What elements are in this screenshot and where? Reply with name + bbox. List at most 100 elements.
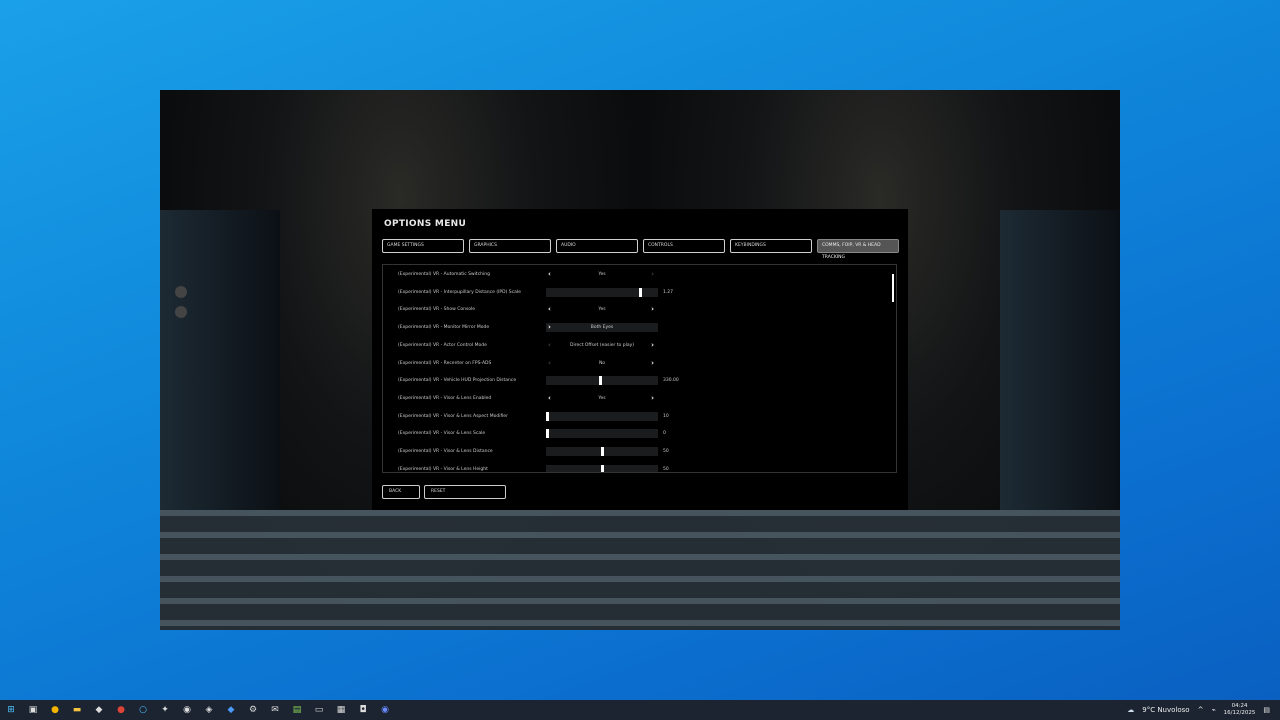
chevron-right-icon[interactable]: › bbox=[651, 359, 654, 368]
setting-label: (Experimental) VR - Interpupillary Dista… bbox=[398, 289, 521, 295]
slider-value: 1.27 bbox=[663, 289, 674, 295]
app-icon[interactable]: ✦ bbox=[158, 704, 172, 716]
setting-row: (Experimental) VR - Interpupillary Dista… bbox=[383, 287, 896, 300]
tab-game-settings[interactable]: GAME SETTINGS bbox=[382, 239, 464, 253]
choice-selector: ‹ Direct Offset (easier to play) › bbox=[546, 341, 658, 350]
network-icon[interactable]: ⌁ bbox=[1211, 706, 1215, 714]
app-icon[interactable]: ◘ bbox=[356, 704, 370, 716]
windows-start-icon[interactable]: ⊞ bbox=[4, 704, 18, 716]
choice-selector: ‹ Yes › bbox=[546, 305, 658, 314]
app-icon[interactable]: ◆ bbox=[92, 704, 106, 716]
tab-keybindings[interactable]: KEYBINDINGS bbox=[730, 239, 812, 253]
weather-text[interactable]: 9°C Nuvoloso bbox=[1142, 706, 1189, 714]
slider[interactable] bbox=[546, 376, 658, 386]
avatar bbox=[175, 306, 187, 318]
clock[interactable]: 04:24 16/12/2025 bbox=[1224, 703, 1256, 717]
notification-icon[interactable]: ▤ bbox=[1263, 706, 1270, 714]
app-icon[interactable]: ◆ bbox=[224, 704, 238, 716]
tab-controls[interactable]: CONTROLS bbox=[643, 239, 725, 253]
app-icon[interactable]: ◉ bbox=[180, 704, 194, 716]
setting-row: (Experimental) VR - Show Console ‹ Yes › bbox=[383, 305, 896, 317]
slider-value: 330.00 bbox=[663, 378, 679, 384]
slider-value: 0 bbox=[663, 431, 666, 437]
setting-label: (Experimental) VR - Visor & Lens Distanc… bbox=[398, 449, 493, 454]
choice-value: Direct Offset (easier to play) bbox=[569, 342, 634, 348]
slider[interactable] bbox=[546, 464, 658, 472]
slider[interactable] bbox=[546, 447, 658, 456]
menu-title: OPTIONS MENU bbox=[384, 219, 467, 229]
system-tray: ☁ 9°C Nuvoloso ^ ⌁ 04:24 16/12/2025 ▤ bbox=[1127, 700, 1280, 720]
chrome-icon[interactable]: ● bbox=[48, 704, 62, 716]
setting-row: (Experimental) VR - Visor & Lens Height 5… bbox=[383, 464, 896, 472]
setting-label: (Experimental) VR - Vehicle HUD Projecti… bbox=[398, 378, 517, 384]
slider[interactable] bbox=[546, 411, 658, 421]
slider-value: 50 bbox=[663, 466, 669, 472]
back-button[interactable]: BACK bbox=[382, 485, 420, 499]
slider-thumb[interactable] bbox=[638, 287, 642, 297]
slider-thumb[interactable] bbox=[600, 447, 604, 456]
setting-row: (Experimental) VR - Monitor Mirror Mode ›… bbox=[383, 323, 896, 335]
mail-icon[interactable]: ✉ bbox=[268, 704, 282, 716]
tab-audio[interactable]: AUDIO bbox=[556, 239, 638, 253]
time: 04:24 bbox=[1231, 703, 1248, 709]
slider[interactable] bbox=[546, 429, 658, 439]
choice-value: No bbox=[598, 360, 606, 366]
setting-label: (Experimental) VR - Visor & Lens Enabled bbox=[398, 395, 492, 401]
slider-thumb[interactable] bbox=[599, 376, 603, 386]
slider-value: 10 bbox=[663, 413, 669, 419]
choice-value: Yes bbox=[598, 395, 606, 401]
reset-button[interactable]: RESET bbox=[424, 485, 506, 499]
party-member bbox=[175, 286, 195, 298]
setting-label: (Experimental) VR - Show Console bbox=[398, 307, 476, 313]
setting-row: (Experimental) VR - Visor & Lens Enabled… bbox=[383, 394, 896, 406]
taskbar: ⊞ ▣ ● ▬ ◆ ● ○ ✦ ◉ ◈ ◆ ⚙ ✉ ▤ ▭ ▦ ◘ ◉ ☁ 9°… bbox=[0, 700, 1280, 720]
task-view-icon[interactable]: ▣ bbox=[26, 704, 40, 716]
app-icon[interactable]: ▦ bbox=[334, 704, 348, 716]
chevron-right-icon[interactable]: › bbox=[651, 394, 654, 403]
setting-row: (Experimental) VR - Visor & Lens Scale 0 bbox=[383, 429, 896, 441]
slider-thumb[interactable] bbox=[546, 429, 549, 439]
slider-thumb[interactable] bbox=[600, 464, 604, 472]
setting-label: (Experimental) VR - Visor & Lens Scale bbox=[398, 431, 486, 437]
slider-value: 50 bbox=[663, 449, 669, 454]
slider-thumb[interactable] bbox=[546, 411, 549, 421]
setting-label: (Experimental) VR - Recenter on FPS-ADS bbox=[398, 360, 492, 366]
choice-selector: ‹ Yes › bbox=[546, 394, 658, 403]
date: 16/12/2025 bbox=[1223, 710, 1256, 716]
app-icon[interactable]: ◉ bbox=[378, 704, 392, 716]
chevron-right-icon[interactable]: › bbox=[651, 305, 654, 314]
choice-selector: ‹ No › bbox=[546, 359, 658, 368]
tab-comms-foip-vr-head-tracking[interactable]: COMMS, FOIP, VR & HEAD TRACKING bbox=[817, 239, 899, 260]
choice-value: Yes bbox=[598, 272, 606, 277]
options-menu: OPTIONS MENU GAME SETTINGS GRAPHICS AUDIO C… bbox=[372, 209, 908, 510]
tab-bar: GAME SETTINGS GRAPHICS AUDIO CONTROLS KEYBIN… bbox=[382, 239, 899, 260]
chevron-right-icon[interactable]: › bbox=[651, 341, 654, 350]
app-icon[interactable]: ◈ bbox=[202, 704, 216, 716]
notepad-icon[interactable]: ▤ bbox=[290, 704, 304, 716]
setting-row: (Experimental) VR - Actor Control Mode ‹ D… bbox=[383, 341, 896, 353]
avatar bbox=[175, 286, 187, 298]
choice-value: Yes bbox=[598, 307, 606, 313]
chrome-icon[interactable]: ● bbox=[114, 704, 128, 716]
slider[interactable] bbox=[546, 287, 658, 297]
tab-graphics[interactable]: GRAPHICS bbox=[469, 239, 551, 253]
choice-selector: ‹ Yes › bbox=[546, 270, 658, 279]
steam-icon[interactable]: ⚙ bbox=[246, 704, 260, 716]
chevron-up-icon[interactable]: ^ bbox=[1198, 706, 1204, 714]
party-member bbox=[175, 306, 195, 318]
app-icon[interactable]: ▭ bbox=[312, 704, 326, 716]
setting-label: (Experimental) VR - Automatic Switching bbox=[398, 272, 490, 277]
setting-label: (Experimental) VR - Visor & Lens Height bbox=[398, 466, 488, 472]
setting-label: (Experimental) VR - Actor Control Mode bbox=[398, 342, 487, 348]
file-explorer-icon[interactable]: ▬ bbox=[70, 704, 84, 716]
dropdown-value: Both Eyes bbox=[590, 325, 614, 331]
setting-label: (Experimental) VR - Visor & Lens Aspect … bbox=[398, 413, 508, 419]
setting-row: (Experimental) VR - Recenter on FPS-ADS ‹… bbox=[383, 359, 896, 371]
setting-row: (Experimental) VR - Automatic Switching ‹… bbox=[383, 270, 896, 282]
setting-row: (Experimental) VR - Visor & Lens Aspect … bbox=[383, 411, 896, 424]
dropdown[interactable]: › Both Eyes bbox=[546, 323, 658, 333]
chevron-right-icon[interactable]: › bbox=[651, 270, 654, 279]
settings-list: (Experimental) VR - Automatic Switching ‹… bbox=[382, 264, 897, 473]
setting-row: (Experimental) VR - Visor & Lens Distanc… bbox=[383, 447, 896, 459]
cortana-icon[interactable]: ○ bbox=[136, 704, 150, 716]
